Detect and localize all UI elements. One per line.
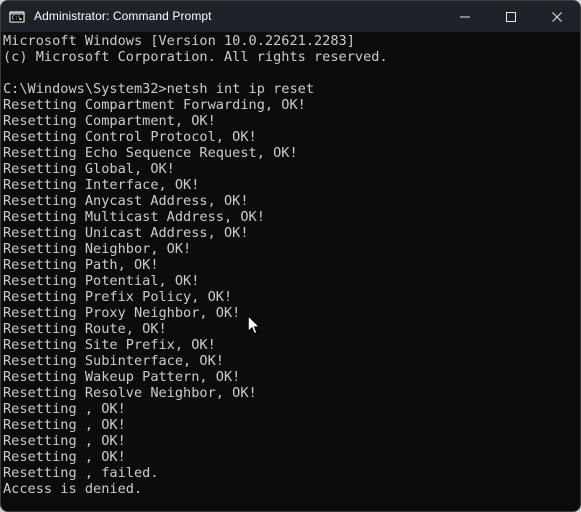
console-output-area[interactable]: Microsoft Windows [Version 10.0.22621.22… [1, 32, 580, 511]
window-controls [442, 1, 580, 32]
console-text: Microsoft Windows [Version 10.0.22621.22… [3, 33, 388, 497]
minimize-icon [459, 11, 471, 23]
close-icon [551, 11, 563, 23]
window-title: Administrator: Command Prompt [34, 9, 212, 23]
window-titlebar[interactable]: C:\ Administrator: Command Prompt [1, 1, 580, 32]
command-prompt-window: C:\ Administrator: Command Prompt Micros… [0, 0, 581, 512]
maximize-icon [505, 11, 517, 23]
maximize-button[interactable] [488, 1, 534, 32]
command-prompt-icon: C:\ [9, 9, 25, 25]
close-button[interactable] [534, 1, 580, 32]
minimize-button[interactable] [442, 1, 488, 32]
